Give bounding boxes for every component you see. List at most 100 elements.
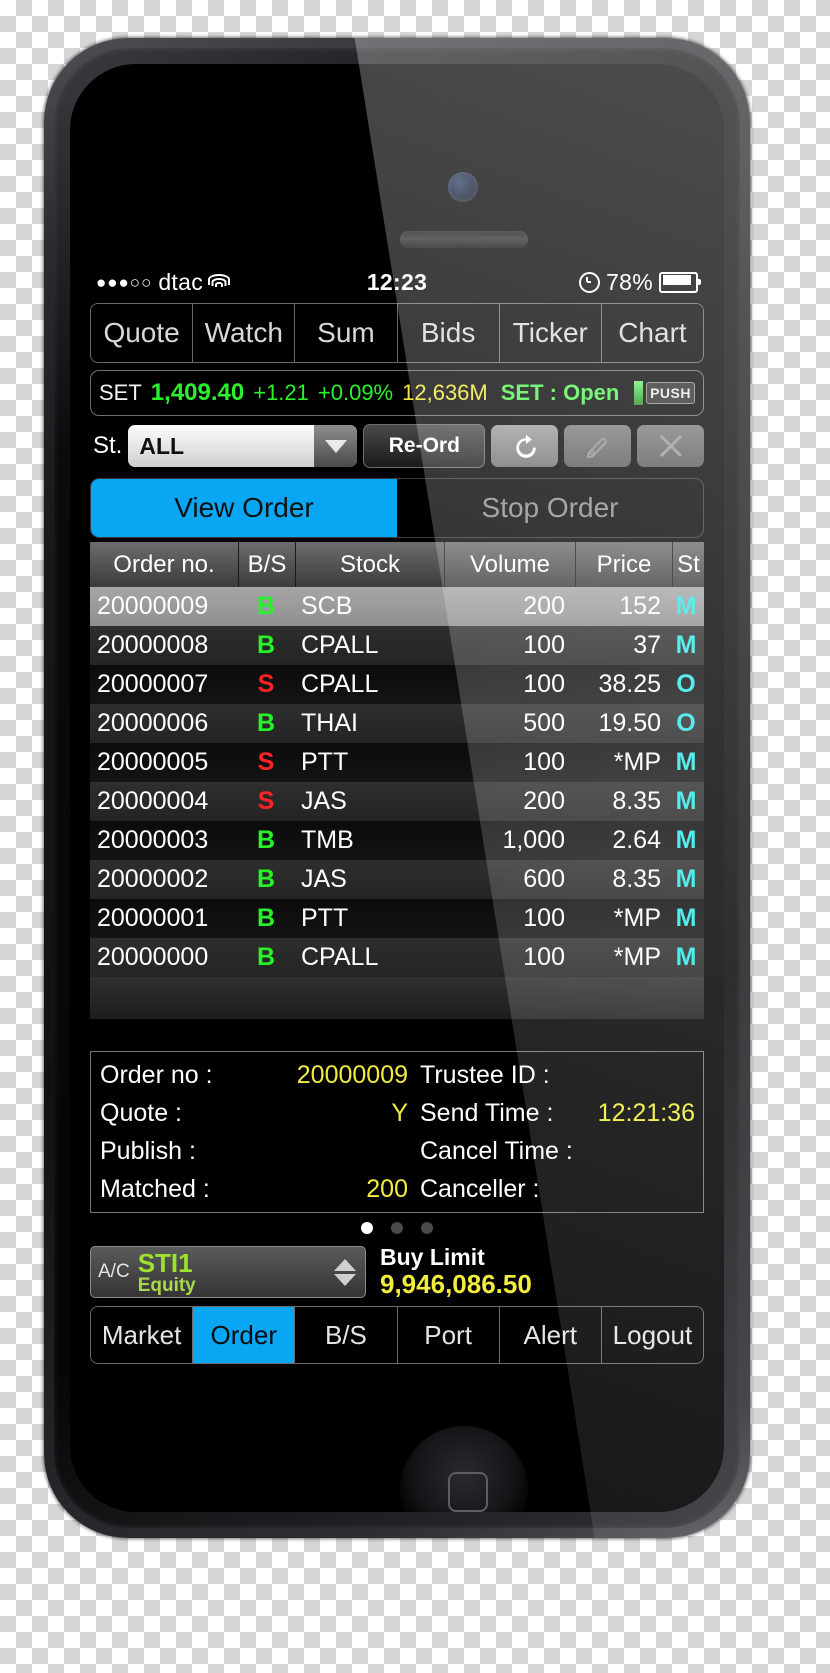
nav-alert[interactable]: Alert (499, 1307, 602, 1363)
page-dot[interactable] (361, 1222, 373, 1234)
table-row[interactable]: 20000008 B CPALL 100 37 M (90, 626, 704, 665)
chevron-down-icon[interactable] (314, 425, 358, 467)
status-filter-select[interactable]: ALL (128, 425, 358, 467)
tab-watch[interactable]: Watch (193, 304, 296, 362)
cell-bs: B (256, 865, 276, 893)
detail-value-right: 12:21:36 (597, 1098, 695, 1127)
stepper-up-down-icon[interactable] (332, 1258, 358, 1286)
table-row[interactable]: 20000003 B TMB 1,000 2.64 M (90, 821, 704, 860)
column-header-bs[interactable]: B/S (239, 542, 296, 587)
detail-label-right: Send Time : (420, 1098, 554, 1127)
cell-bs: B (256, 826, 276, 854)
detail-page-dots[interactable] (86, 1213, 708, 1243)
tab-chart[interactable]: Chart (601, 304, 703, 362)
edit-button[interactable] (564, 425, 632, 467)
table-row[interactable]: 20000006 B THAI 500 19.50 O (90, 704, 704, 743)
cell-volume: 100 (523, 748, 565, 776)
cell-volume: 600 (523, 865, 565, 893)
market-index-bar[interactable]: SET 1,409.40 +1.21 +0.09% 12,636M SET : … (90, 370, 704, 416)
detail-value-left: 20000009 (296, 1060, 408, 1089)
tab-bids[interactable]: Bids (397, 304, 500, 362)
detail-row: Order no : 20000009 Trustee ID : (91, 1056, 703, 1094)
tab-quote[interactable]: Quote (91, 304, 194, 362)
cell-stock: PTT (301, 904, 349, 932)
account-type: Equity (137, 1274, 196, 1296)
table-row[interactable]: 20000000 B CPALL 100 *MP M (90, 938, 704, 977)
re-order-button[interactable]: Re-Ord (363, 424, 486, 468)
push-level-bar (634, 381, 644, 405)
account-selector[interactable]: A/C STI1 Equity (90, 1246, 366, 1298)
clock-label: 12:23 (366, 268, 428, 295)
view-order-tab[interactable]: View Order (91, 479, 397, 537)
app-screen: ●●●○○ dtac 12:23 78% Quote Watch Sum Bid… (86, 263, 708, 1388)
table-row[interactable]: 20000001 B PTT 100 *MP M (90, 899, 704, 938)
cell-price: 152 (619, 592, 661, 620)
column-header-order-no[interactable]: Order no. (90, 542, 239, 587)
stop-order-tab[interactable]: Stop Order (397, 479, 703, 537)
table-row[interactable]: 20000007 S CPALL 100 38.25 O (90, 665, 704, 704)
market-change-value: +1.21 (253, 380, 309, 405)
carrier-label: dtac (158, 268, 204, 295)
cell-volume: 200 (523, 787, 565, 815)
cell-bs: B (256, 943, 276, 971)
nav-logout[interactable]: Logout (601, 1307, 703, 1363)
cell-bs: B (256, 631, 276, 659)
top-tab-bar: Quote Watch Sum Bids Ticker Chart (90, 303, 704, 363)
account-label: A/C (98, 1261, 130, 1282)
table-row[interactable]: 20000002 B JAS 600 8.35 M (90, 860, 704, 899)
order-detail-panel: Order no : 20000009 Trustee ID : Quote : Y Se… (90, 1051, 704, 1213)
home-button[interactable] (400, 1426, 528, 1512)
cell-status: M (675, 592, 697, 620)
order-table-body: 20000009 B SCB 200 152 M 20000008 B CPALL 100 37 M 2… (90, 587, 704, 977)
status-filter-value: ALL (139, 432, 185, 459)
order-table-filler (90, 977, 704, 1019)
cell-order-no: 20000008 (97, 631, 209, 659)
cell-volume: 1,000 (502, 826, 565, 854)
buy-limit-block: Buy Limit 9,946,086.50 (380, 1244, 704, 1300)
detail-label-left: Publish : (100, 1136, 196, 1165)
cell-stock: CPALL (301, 670, 379, 698)
signal-strength-icon: ●●●○○ (96, 272, 153, 292)
account-name: STI1 (137, 1247, 193, 1278)
nav-bs[interactable]: B/S (295, 1307, 398, 1363)
buy-limit-value: 9,946,086.50 (380, 1269, 532, 1300)
bottom-nav-bar: Market Order B/S Port Alert Logout (90, 1306, 704, 1364)
cell-status: O (676, 670, 696, 698)
cell-bs: S (257, 670, 275, 698)
tab-sum[interactable]: Sum (295, 304, 398, 362)
detail-label-left: Order no : (100, 1060, 213, 1089)
cell-order-no: 20000001 (97, 904, 209, 932)
table-row[interactable]: 20000009 B SCB 200 152 M (90, 587, 704, 626)
cell-status: M (675, 826, 697, 854)
cancel-button[interactable] (637, 425, 705, 467)
market-index-value: 1,409.40 (150, 379, 245, 406)
cell-stock: SCB (301, 592, 353, 620)
battery-icon (659, 271, 702, 293)
order-table-header: Order no. B/S Stock Volume Price St (90, 542, 704, 587)
cell-status: O (676, 709, 696, 737)
column-header-status[interactable]: St (673, 542, 704, 587)
column-header-price[interactable]: Price (576, 542, 673, 587)
cell-bs: B (256, 592, 276, 620)
cell-stock: JAS (301, 865, 347, 893)
nav-market[interactable]: Market (91, 1307, 194, 1363)
home-button-square-icon (448, 1472, 488, 1512)
cell-status: M (675, 787, 697, 815)
status-bar: ●●●○○ dtac 12:23 78% (86, 263, 708, 301)
cell-bs: S (257, 748, 275, 776)
nav-order[interactable]: Order (193, 1307, 296, 1363)
column-header-volume[interactable]: Volume (445, 542, 576, 587)
nav-port[interactable]: Port (397, 1307, 500, 1363)
table-row[interactable]: 20000004 S JAS 200 8.35 M (90, 782, 704, 821)
page-dot[interactable] (421, 1222, 433, 1234)
column-header-stock[interactable]: Stock (296, 542, 445, 587)
page-dot[interactable] (391, 1222, 403, 1234)
cell-price: *MP (613, 943, 661, 971)
detail-value-left: 200 (366, 1174, 408, 1203)
tab-ticker[interactable]: Ticker (499, 304, 602, 362)
phone-device: ●●●○○ dtac 12:23 78% Quote Watch Sum Bid… (44, 38, 750, 1538)
refresh-button[interactable] (491, 425, 559, 467)
cell-price: *MP (613, 904, 661, 932)
cell-price: 19.50 (598, 709, 661, 737)
table-row[interactable]: 20000005 S PTT 100 *MP M (90, 743, 704, 782)
